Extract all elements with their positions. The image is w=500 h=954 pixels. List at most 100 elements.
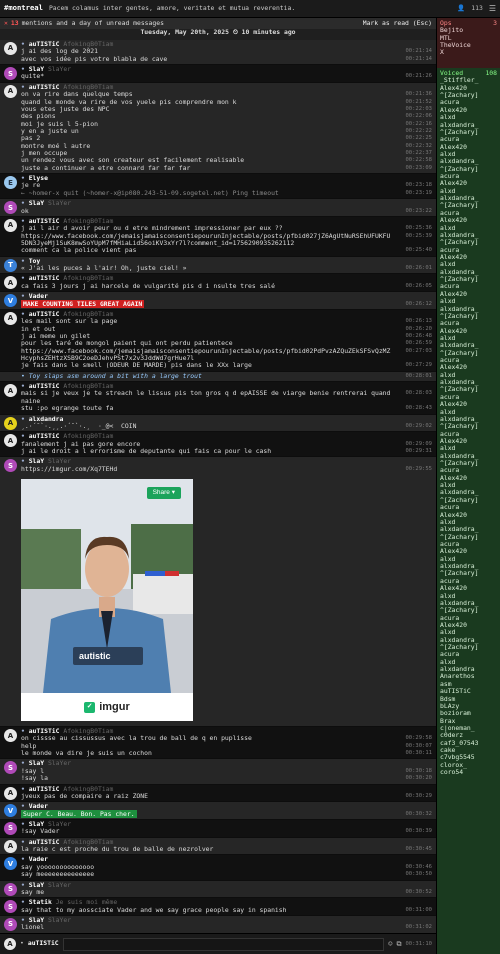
voiced-nick[interactable]: acura bbox=[440, 210, 497, 217]
voiced-nick[interactable]: alxd bbox=[440, 409, 497, 416]
voiced-nick[interactable]: alxd bbox=[440, 372, 497, 379]
avatar[interactable]: A bbox=[4, 729, 17, 743]
voiced-nick[interactable]: alxd bbox=[440, 114, 497, 121]
voiced-nick[interactable]: ^[Zachary] bbox=[440, 534, 497, 541]
avatar[interactable]: A bbox=[4, 42, 17, 55]
voiced-nick[interactable]: alxdandra_ bbox=[440, 306, 497, 313]
voiced-nick[interactable]: acura bbox=[440, 247, 497, 254]
voiced-nick[interactable]: clorox_ bbox=[440, 762, 497, 769]
voiced-nick[interactable]: acura bbox=[440, 283, 497, 290]
avatar[interactable]: A bbox=[4, 84, 17, 98]
voiced-nick[interactable]: Alex420 bbox=[440, 328, 497, 335]
voiced-nick[interactable]: ^[Zachary] bbox=[440, 386, 497, 393]
voiced-nick[interactable]: Brax bbox=[440, 718, 497, 725]
voiced-nick[interactable]: Alex420 bbox=[440, 291, 497, 298]
nick-name[interactable]: SlaY bbox=[29, 199, 44, 207]
op-nick[interactable]: MTL bbox=[440, 35, 497, 42]
voiced-nick[interactable]: acura bbox=[440, 541, 497, 548]
op-nick[interactable]: Bejito bbox=[440, 27, 497, 34]
voiced-nick[interactable]: acura bbox=[440, 467, 497, 474]
voiced-nick[interactable]: ^[Zachary] bbox=[440, 92, 497, 99]
voiced-nick[interactable]: alxdandra_ bbox=[440, 600, 497, 607]
voiced-nick[interactable]: alxd bbox=[440, 188, 497, 195]
voiced-nick[interactable]: ^[Zachary] bbox=[440, 644, 497, 651]
voiced-nick[interactable]: alxdandra_ bbox=[440, 416, 497, 423]
voiced-nick[interactable]: coro54 bbox=[440, 769, 497, 776]
voiced-nick[interactable]: alxd bbox=[440, 593, 497, 600]
voiced-nick[interactable]: ^[Zachary] bbox=[440, 607, 497, 614]
voiced-nick[interactable]: ^[Zachary] bbox=[440, 460, 497, 467]
avatar[interactable]: T bbox=[4, 258, 17, 272]
voiced-nick[interactable]: auTISTiC bbox=[440, 688, 497, 695]
voiced-nick[interactable]: bLAzy bbox=[440, 703, 497, 710]
voiced-nick[interactable]: ^[Zachary] bbox=[440, 202, 497, 209]
voiced-nick[interactable]: ^[Zachary] bbox=[440, 497, 497, 504]
voiced-nick[interactable]: Alex420 bbox=[440, 144, 497, 151]
voiced-nick[interactable]: alxdandra_ bbox=[440, 526, 497, 533]
voiced-nick[interactable]: asm bbox=[440, 681, 497, 688]
voiced-nick[interactable]: cake bbox=[440, 747, 497, 754]
voiced-nick[interactable]: acura bbox=[440, 394, 497, 401]
voiced-nick[interactable]: acura bbox=[440, 357, 497, 364]
voiced-nick[interactable]: alxd bbox=[440, 298, 497, 305]
image-embed[interactable]: Share ▾ autistic ✓ imgur bbox=[21, 479, 193, 722]
voiced-nick[interactable]: alxd bbox=[440, 629, 497, 636]
channel-name[interactable]: #montreal bbox=[4, 4, 43, 13]
avatar[interactable]: A bbox=[4, 384, 17, 398]
voiced-nick[interactable]: ^[Zachary] bbox=[440, 350, 497, 357]
avatar[interactable]: A bbox=[4, 786, 17, 800]
voiced-nick[interactable]: Alex420 bbox=[440, 254, 497, 261]
voiced-nick[interactable]: alxd bbox=[440, 335, 497, 342]
voiced-nick[interactable]: bozioram bbox=[440, 710, 497, 717]
voiced-nick[interactable]: alxd bbox=[440, 659, 497, 666]
voiced-nick[interactable]: alxdandra_ bbox=[440, 342, 497, 349]
voiced-nick[interactable]: alxdandra_ bbox=[440, 269, 497, 276]
avatar[interactable]: V bbox=[4, 804, 17, 818]
avatar[interactable]: E bbox=[4, 176, 17, 190]
voiced-nick[interactable]: alxdandra_ bbox=[440, 637, 497, 644]
voiced-nick[interactable]: _Stiffler_ bbox=[440, 77, 497, 84]
voiced-nick[interactable]: ^[Zachary] bbox=[440, 276, 497, 283]
voiced-nick[interactable]: acura bbox=[440, 504, 497, 511]
avatar[interactable]: S bbox=[4, 900, 17, 914]
voiced-nick[interactable]: alxdandra_ bbox=[440, 379, 497, 386]
voiced-nick[interactable]: ^[Zachary] bbox=[440, 129, 497, 136]
message-input[interactable] bbox=[62, 937, 385, 951]
voiced-nick[interactable]: Alex420 bbox=[440, 438, 497, 445]
voiced-nick[interactable]: alxdandra bbox=[440, 666, 497, 673]
close-icon[interactable]: ✕ bbox=[4, 19, 8, 27]
composer-nick[interactable]: auTISTiC bbox=[28, 939, 59, 947]
share-button[interactable]: Share ▾ bbox=[146, 487, 181, 499]
voiced-nick[interactable]: Alex420 bbox=[440, 512, 497, 519]
voiced-nick[interactable]: alxdandra_ bbox=[440, 489, 497, 496]
avatar[interactable]: S bbox=[4, 822, 17, 835]
voiced-nick[interactable]: alxdandra_ bbox=[440, 195, 497, 202]
avatar[interactable]: A bbox=[4, 218, 17, 232]
voiced-nick[interactable]: Alex420 bbox=[440, 217, 497, 224]
voiced-nick[interactable]: alxd bbox=[440, 261, 497, 268]
voiced-nick[interactable]: Alex420 bbox=[440, 85, 497, 92]
voiced-nick[interactable]: Alex420 bbox=[440, 585, 497, 592]
avatar[interactable]: S bbox=[4, 201, 17, 215]
voiced-nick[interactable]: ^[Zachary] bbox=[440, 423, 497, 430]
voiced-nick[interactable]: acura bbox=[440, 136, 497, 143]
avatar[interactable]: A bbox=[4, 311, 17, 325]
voiced-nick[interactable]: Alex420 bbox=[440, 180, 497, 187]
voiced-nick[interactable]: acura bbox=[440, 615, 497, 622]
voiced-nick[interactable]: Bdsm bbox=[440, 696, 497, 703]
imgur-caption[interactable]: ✓ imgur bbox=[21, 693, 193, 722]
voiced-nick[interactable]: c0derz bbox=[440, 732, 497, 739]
avatar[interactable]: A bbox=[4, 839, 17, 853]
voiced-nick[interactable]: ^[Zachary] bbox=[440, 313, 497, 320]
voiced-nick[interactable]: acura bbox=[440, 431, 497, 438]
avatar[interactable]: V bbox=[4, 857, 17, 871]
voiced-nick[interactable]: Alex420 bbox=[440, 401, 497, 408]
hamburger-icon[interactable]: ☰ bbox=[489, 4, 496, 13]
voiced-nick[interactable]: alxdandra_ bbox=[440, 232, 497, 239]
voiced-nick[interactable]: Anarethos bbox=[440, 673, 497, 680]
voiced-nick[interactable]: alxd bbox=[440, 151, 497, 158]
voiced-nick[interactable]: c|oneman_ bbox=[440, 725, 497, 732]
avatar[interactable]: S bbox=[4, 882, 17, 896]
voiced-nick[interactable]: alxdandra_ bbox=[440, 563, 497, 570]
voiced-nick[interactable]: ^[Zachary] bbox=[440, 570, 497, 577]
